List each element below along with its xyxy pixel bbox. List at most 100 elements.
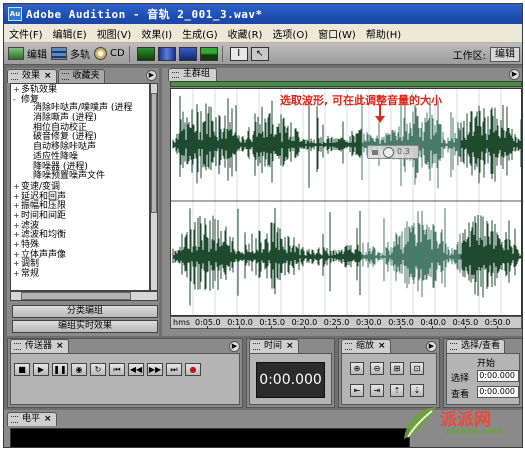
waveform-display[interactable]: 0.3 <box>170 88 522 316</box>
menu-view[interactable]: 视图(V) <box>92 26 137 41</box>
zoom-right-edge-icon[interactable]: ⇥ <box>370 384 384 397</box>
effects-tree-item[interactable]: +多轨效果 <box>11 85 149 95</box>
stop-button[interactable]: ■ <box>14 363 30 376</box>
ruler-tick <box>496 326 498 329</box>
effects-tree-item-label: 消除咔哒声/噗噗声 (进程 <box>33 103 133 114</box>
tab-levels[interactable]: 电平 × <box>7 412 57 426</box>
collapse-icon[interactable]: - <box>13 95 21 105</box>
zoom-in-horizontal-icon[interactable]: ⊕ <box>350 362 364 375</box>
select-start-field[interactable]: 0:00.000 <box>477 370 519 382</box>
tab-main-group[interactable]: 主群组 <box>168 68 218 81</box>
panel-menu-arrow-icon[interactable]: ▶ <box>426 341 437 352</box>
expand-icon[interactable]: + <box>13 211 21 221</box>
multitrack-view-button[interactable]: 多轨 <box>51 46 90 61</box>
workspace-selector[interactable]: 工作区: 编辑 <box>453 43 520 65</box>
menu-window[interactable]: 窗口(W) <box>313 26 361 41</box>
skip-forward-button[interactable]: ⏭ <box>166 363 182 376</box>
spectral-view-icon[interactable] <box>157 46 176 61</box>
pause-button[interactable]: ❚❚ <box>52 363 68 376</box>
group-by-category-button[interactable]: 分类编组 <box>12 305 158 318</box>
tab-favorites[interactable]: 收藏夹 <box>57 69 105 83</box>
effects-tree-item[interactable]: +立体声声像 <box>11 250 149 260</box>
fast-forward-button[interactable]: ▶▶ <box>147 363 163 376</box>
menu-help[interactable]: 帮助(H) <box>361 26 406 41</box>
waveform-svg[interactable] <box>171 89 522 316</box>
effects-horizontal-scrollbar[interactable] <box>10 291 158 301</box>
effects-tree-item[interactable]: 降噪预置噪声文件 <box>11 171 149 182</box>
effects-tree-item-label: 多轨效果 <box>21 85 58 95</box>
effects-tree-item[interactable]: +变速/变调 <box>11 182 149 192</box>
effects-tree-item[interactable]: +滤波和均衡 <box>11 230 149 240</box>
scroll-thumb[interactable] <box>21 292 131 300</box>
zoom-in-vertical-icon[interactable]: ⇡ <box>390 384 404 397</box>
zoom-full-icon[interactable]: ⊞ <box>390 362 404 375</box>
expand-icon[interactable]: + <box>13 192 21 202</box>
volume-hud[interactable]: 0.3 <box>367 145 419 159</box>
expand-icon[interactable]: + <box>13 182 21 192</box>
time-selection-tool-icon[interactable]: I <box>229 46 248 61</box>
close-icon[interactable]: × <box>286 341 294 351</box>
zoom-selection-icon[interactable]: ⊡ <box>410 362 424 375</box>
tab-selection-view[interactable]: 选择/查看 <box>446 339 506 353</box>
effects-tree-item[interactable]: +常规 <box>11 269 149 279</box>
workspace-value[interactable]: 编辑 <box>490 46 520 62</box>
close-icon[interactable]: × <box>56 341 64 351</box>
expand-icon[interactable]: + <box>13 230 21 240</box>
zoom-left-edge-icon[interactable]: ⇤ <box>350 384 364 397</box>
tab-levels-label: 电平 <box>22 414 41 424</box>
menu-file[interactable]: 文件(F) <box>4 26 48 41</box>
panel-menu-arrow-icon[interactable]: ▶ <box>229 341 240 352</box>
menu-effects[interactable]: 效果(I) <box>136 26 177 41</box>
effects-tree-item[interactable]: 自动移除咔哒声 <box>11 142 149 153</box>
cd-view-button[interactable]: CD <box>94 47 125 60</box>
tab-effects[interactable]: 效果 × <box>7 69 57 83</box>
move-tool-icon[interactable]: ↖ <box>250 46 269 61</box>
tab-transport[interactable]: 传送器 × <box>10 339 69 353</box>
spectral-pan-icon[interactable] <box>178 46 197 61</box>
expand-icon[interactable]: + <box>13 221 21 231</box>
menu-favorites[interactable]: 收藏(R) <box>223 26 268 41</box>
effects-tree-item[interactable]: +时间和间距 <box>11 211 149 221</box>
skip-back-button[interactable]: ⏮ <box>109 363 125 376</box>
expand-icon[interactable]: + <box>13 259 21 269</box>
waveform-view-icon[interactable] <box>136 46 155 61</box>
panel-menu-arrow-icon[interactable]: ▶ <box>146 70 157 81</box>
group-realtime-effects-button[interactable]: 编组实时效果 <box>12 320 158 333</box>
expand-icon[interactable]: + <box>13 201 21 211</box>
close-icon[interactable]: × <box>378 341 386 351</box>
effects-tree-item[interactable]: +振幅和压限 <box>11 201 149 211</box>
loop-play-button[interactable]: ↻ <box>90 363 106 376</box>
menu-options[interactable]: 选项(O) <box>267 26 313 41</box>
close-icon[interactable]: × <box>44 414 52 424</box>
effects-tree-item[interactable]: +特殊 <box>11 240 149 250</box>
record-button[interactable]: ● <box>185 363 201 376</box>
effects-tree-item[interactable]: +延迟和回声 <box>11 192 149 202</box>
edit-view-button[interactable]: 编辑 <box>8 46 47 61</box>
volume-knob-icon[interactable] <box>383 147 394 158</box>
effects-vertical-scrollbar[interactable] <box>150 83 158 291</box>
overview-bar[interactable] <box>170 81 522 87</box>
effects-tree-item[interactable]: +滤波 <box>11 221 149 231</box>
panel-menu-arrow-icon[interactable]: ▶ <box>509 69 520 80</box>
expand-icon[interactable]: + <box>13 269 21 279</box>
rewind-button[interactable]: ◀◀ <box>128 363 144 376</box>
zoom-out-horizontal-icon[interactable]: ⊖ <box>370 362 384 375</box>
time-ruler[interactable]: hms 0:05.0 0:10.0 0:15.0 0:20.0 0:25.0 0:30.0… <box>170 316 522 329</box>
view-start-field[interactable]: 0:00.000 <box>477 386 519 398</box>
play-button[interactable]: ▶ <box>33 363 49 376</box>
menu-edit[interactable]: 编辑(E) <box>48 26 92 41</box>
menu-generate[interactable]: 生成(G) <box>177 26 223 41</box>
close-icon[interactable]: × <box>44 71 52 81</box>
effects-tree: +多轨效果 - 修复 消除咔哒声/噗噗声 (进程 消除嘶声 (进程) 相位自动校正 破音修复… <box>10 83 150 291</box>
tab-time[interactable]: 时间 × <box>249 339 299 353</box>
play-from-cursor-button[interactable]: ◉ <box>71 363 87 376</box>
zoom-out-vertical-icon[interactable]: ⇣ <box>410 384 424 397</box>
expand-icon[interactable]: + <box>13 250 21 260</box>
effects-tree-item[interactable]: +调制 <box>11 259 149 269</box>
tab-zoom[interactable]: 缩放 × <box>341 339 391 353</box>
expand-icon[interactable]: + <box>13 85 21 95</box>
phase-view-icon[interactable] <box>199 46 218 61</box>
annotation-text: 选取波形, 可在此调整音量的大小 <box>280 94 443 107</box>
expand-icon[interactable]: + <box>13 240 21 250</box>
scroll-thumb[interactable] <box>151 93 157 213</box>
